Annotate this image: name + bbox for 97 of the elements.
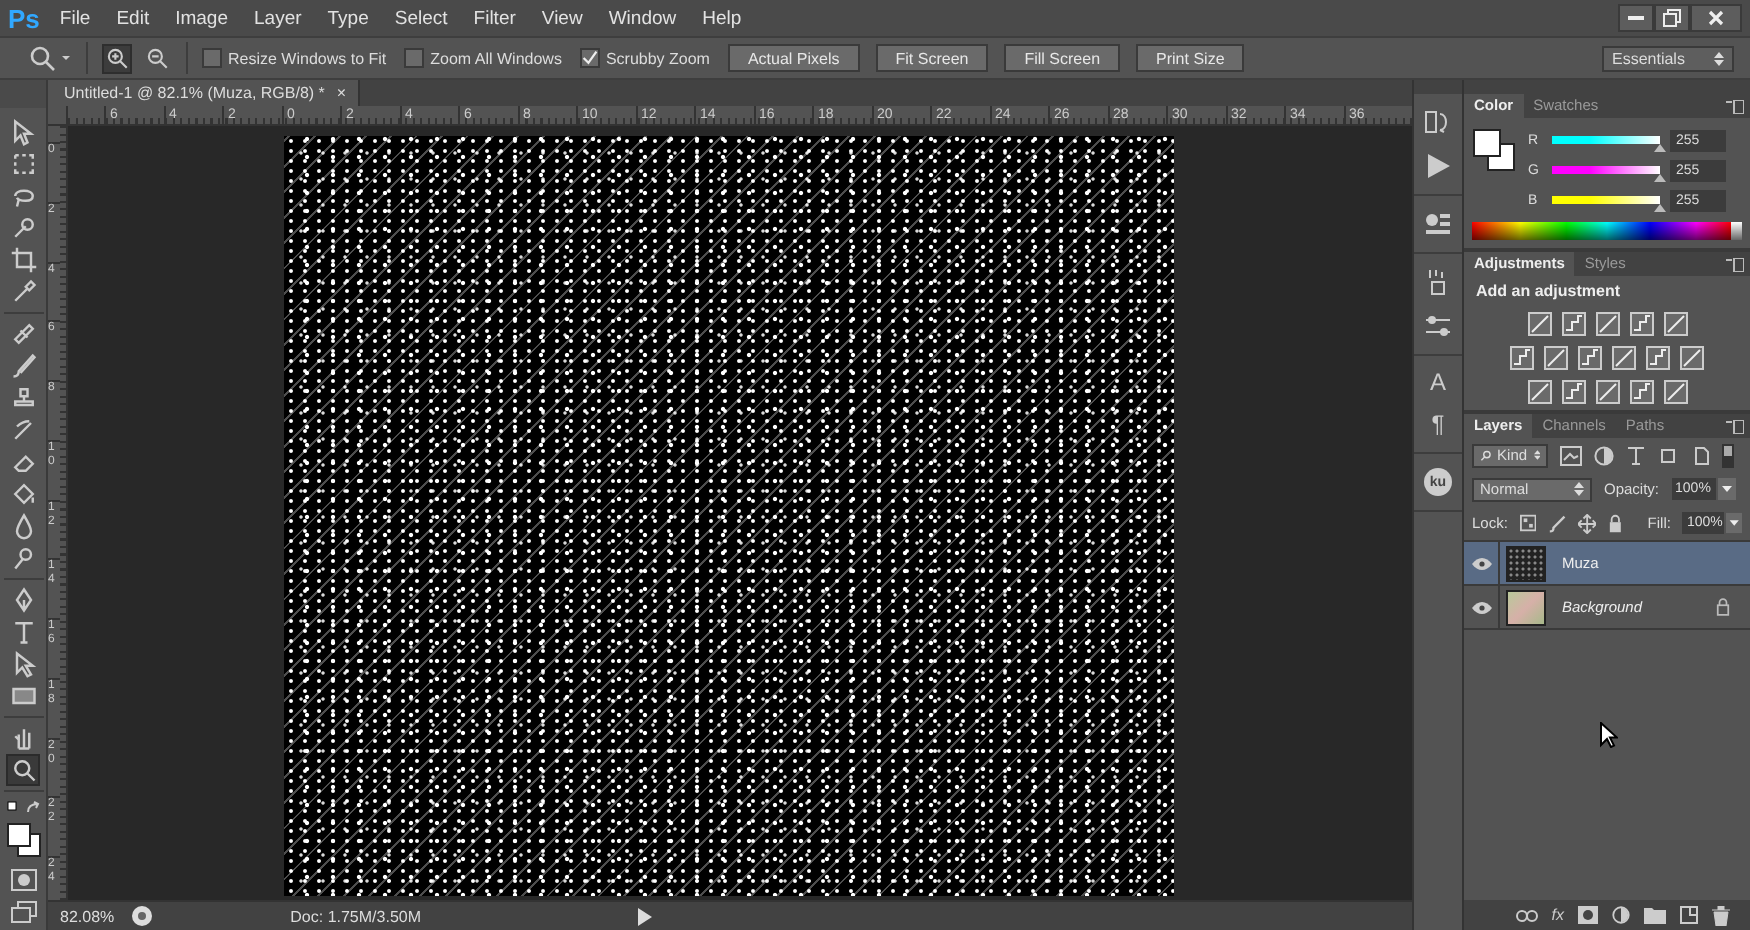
checkbox[interactable] bbox=[202, 48, 222, 68]
adjustment-icon[interactable] bbox=[1629, 380, 1653, 404]
pixel-filter-icon[interactable] bbox=[1560, 445, 1582, 465]
menu-item[interactable]: Edit bbox=[116, 7, 150, 29]
menu-item[interactable]: Window bbox=[608, 7, 677, 29]
eye-icon[interactable] bbox=[1471, 557, 1491, 569]
option-button[interactable]: Fit Screen bbox=[875, 44, 989, 72]
minimize-icon bbox=[1628, 16, 1644, 20]
adjustment-icon[interactable] bbox=[1646, 346, 1670, 370]
checkbox[interactable] bbox=[579, 48, 600, 68]
adjustment-icon[interactable] bbox=[1561, 380, 1585, 404]
color-swatches-icon[interactable] bbox=[5, 822, 41, 858]
menu-item[interactable]: Type bbox=[327, 7, 369, 29]
menu-item[interactable]: Select bbox=[394, 7, 448, 29]
panel-menu-icon[interactable] bbox=[1726, 99, 1744, 113]
play-icon[interactable] bbox=[1424, 152, 1452, 180]
properties-icon[interactable] bbox=[1424, 210, 1452, 238]
adjustment-icon[interactable] bbox=[1578, 346, 1602, 370]
character-glyph[interactable]: A bbox=[1429, 370, 1446, 396]
panel-heading: Add an adjustment bbox=[1474, 280, 1623, 304]
menu-item[interactable]: Filter bbox=[473, 7, 516, 29]
slider-thumb[interactable] bbox=[1654, 144, 1666, 152]
new-layer-icon[interactable] bbox=[1680, 906, 1698, 924]
sliders-icon[interactable] bbox=[1424, 312, 1452, 340]
close-icon bbox=[1706, 8, 1726, 28]
adjustment-icon[interactable] bbox=[1680, 346, 1704, 370]
paragraph-glyph[interactable]: ¶ bbox=[1431, 412, 1445, 438]
adjustment-icon[interactable] bbox=[1527, 380, 1551, 404]
adjustment-filter-icon[interactable] bbox=[1594, 445, 1614, 465]
history-icon[interactable] bbox=[1424, 108, 1452, 136]
trash-icon[interactable] bbox=[1712, 905, 1730, 925]
stepper-arrows-icon bbox=[1574, 480, 1584, 498]
adjustment-icon[interactable] bbox=[1544, 346, 1568, 370]
menu-item[interactable]: Help bbox=[702, 7, 742, 29]
search-icon bbox=[1480, 447, 1492, 463]
color-swatches-icon[interactable] bbox=[1472, 128, 1516, 172]
minimize-button[interactable] bbox=[1618, 4, 1654, 32]
menu-item[interactable]: Layer bbox=[254, 7, 302, 29]
crop-tool-icon[interactable] bbox=[6, 244, 40, 276]
adjustment-icon[interactable] bbox=[1595, 312, 1619, 336]
stepper-arrows-icon bbox=[1533, 446, 1540, 464]
filter-toggle-icon[interactable] bbox=[1722, 443, 1734, 467]
adjustment-layer-icon[interactable] bbox=[1612, 906, 1630, 924]
zoom-tool-icon[interactable] bbox=[6, 754, 40, 786]
restore-button[interactable] bbox=[1654, 4, 1690, 32]
adjustment-icon[interactable] bbox=[1663, 380, 1687, 404]
zoom-in-button[interactable] bbox=[102, 43, 132, 73]
type-filter-icon[interactable] bbox=[1626, 445, 1646, 465]
quick-mask-icon[interactable] bbox=[9, 868, 37, 892]
move-arrows-icon[interactable] bbox=[1578, 513, 1597, 533]
panel-menu-icon[interactable] bbox=[1726, 419, 1744, 433]
app-logo: Ps bbox=[8, 3, 40, 33]
default-colors-icon[interactable] bbox=[5, 800, 41, 816]
slider-thumb[interactable] bbox=[1654, 204, 1666, 212]
checkbox[interactable] bbox=[404, 48, 425, 68]
option-button[interactable]: Actual Pixels bbox=[727, 44, 860, 72]
option-button[interactable]: Print Size bbox=[1136, 44, 1245, 72]
share-icon[interactable] bbox=[130, 904, 155, 928]
adjustment-icon[interactable] bbox=[1612, 346, 1636, 370]
option-button[interactable]: Fill Screen bbox=[1004, 44, 1121, 72]
document-size: Doc: 1.75M/3.50M bbox=[290, 907, 422, 925]
checkbox-label: Zoom All Windows bbox=[430, 49, 562, 67]
lock-pixels-icon[interactable] bbox=[1519, 514, 1537, 532]
menu-item[interactable]: View bbox=[541, 7, 583, 29]
slider-thumb[interactable] bbox=[1654, 174, 1666, 182]
zoom-out-button[interactable] bbox=[142, 43, 172, 73]
adjustment-icon[interactable] bbox=[1561, 312, 1585, 336]
workspace-dropdown[interactable]: Essentials bbox=[1602, 45, 1734, 71]
adjustment-icon[interactable] bbox=[1629, 312, 1653, 336]
restore-icon bbox=[1662, 8, 1682, 28]
smart-object-filter-icon[interactable] bbox=[1690, 445, 1710, 465]
zoom-tool-icon[interactable] bbox=[28, 44, 72, 72]
screen-mode-icon[interactable] bbox=[9, 900, 37, 924]
folder-icon[interactable] bbox=[1644, 906, 1666, 924]
checkbox-label: Scrubby Zoom bbox=[605, 49, 710, 67]
mouse-pointer-icon bbox=[1600, 722, 1618, 748]
adjustment-icon[interactable] bbox=[1527, 312, 1551, 336]
shape-filter-icon[interactable] bbox=[1658, 445, 1678, 465]
link-icon[interactable] bbox=[1515, 907, 1538, 923]
menu-item[interactable]: File bbox=[59, 7, 91, 29]
close-button[interactable] bbox=[1690, 4, 1742, 32]
checkbox-label: Resize Windows to Fit bbox=[228, 49, 387, 67]
mask-icon[interactable] bbox=[1578, 906, 1598, 924]
adjustment-icon[interactable] bbox=[1595, 380, 1619, 404]
adjustment-icon[interactable] bbox=[1510, 346, 1534, 370]
eye-icon[interactable] bbox=[1471, 601, 1491, 613]
menu-arrow-icon[interactable] bbox=[637, 907, 652, 925]
zoom-level[interactable]: 82.08% bbox=[60, 907, 115, 925]
menu-item[interactable]: Image bbox=[175, 7, 228, 29]
layer-style-button[interactable]: fx bbox=[1551, 906, 1564, 924]
lock-icon[interactable] bbox=[1608, 513, 1624, 533]
color-spectrum[interactable] bbox=[1472, 222, 1742, 240]
adjustment-icon[interactable] bbox=[1663, 312, 1687, 336]
stepper-arrows-icon bbox=[1714, 49, 1724, 67]
document-tab[interactable]: Untitled-1 @ 82.1% (Muza, RGB/8) * × bbox=[48, 80, 361, 106]
brush-icon[interactable] bbox=[1548, 513, 1567, 533]
panel-menu-icon[interactable] bbox=[1726, 257, 1744, 271]
